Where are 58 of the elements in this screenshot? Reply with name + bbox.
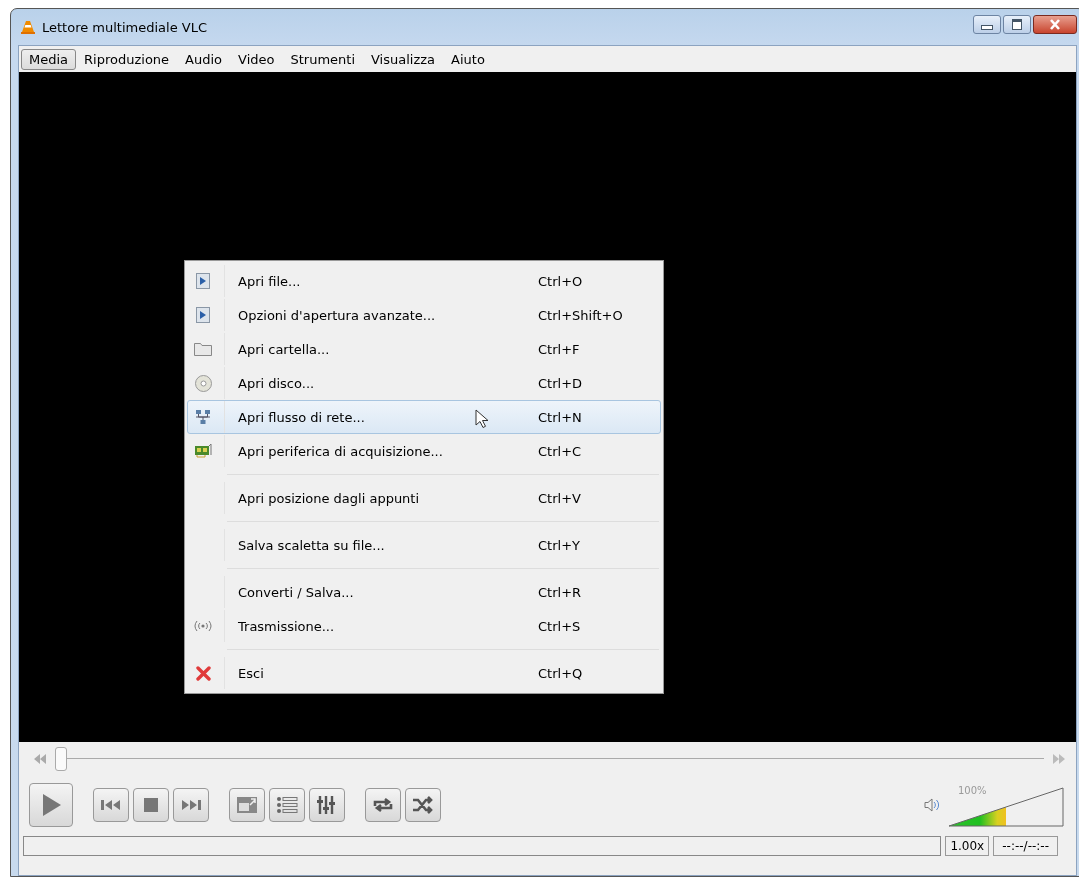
- playlist-button[interactable]: [269, 788, 305, 822]
- mouse-cursor-icon: [475, 409, 489, 429]
- volume-percent: 100%: [958, 785, 987, 796]
- equalizer-button[interactable]: [309, 788, 345, 822]
- minimize-button[interactable]: [973, 15, 1001, 34]
- disc-icon: [194, 374, 212, 392]
- rewind-icon: [33, 754, 47, 764]
- shuffle-button[interactable]: [405, 788, 441, 822]
- menu-bar-item[interactable]: Aiuto: [443, 48, 493, 70]
- menu-bar-item[interactable]: Strumenti: [282, 48, 363, 70]
- network-icon: [195, 409, 211, 425]
- loop-icon: [372, 796, 394, 814]
- card-icon: [194, 444, 212, 458]
- play-icon: [40, 793, 62, 817]
- fast-forward-icon: [1052, 754, 1066, 764]
- window-title: Lettore multimediale VLC: [42, 19, 208, 35]
- seek-handle[interactable]: [55, 747, 67, 771]
- menu-item[interactable]: Salva scaletta su file... Ctrl+Y: [187, 528, 661, 562]
- menu-bar-item[interactable]: Riproduzione: [76, 48, 178, 70]
- file-icon: [196, 307, 210, 323]
- menu-item[interactable]: Apri file... Ctrl+O: [187, 264, 661, 298]
- next-button[interactable]: [173, 788, 209, 822]
- stop-button[interactable]: [133, 788, 169, 822]
- menu-item[interactable]: Opzioni d'apertura avanzate... Ctrl+Shift+O: [187, 298, 661, 332]
- time-display[interactable]: --:--/--:--: [993, 836, 1058, 856]
- close-button[interactable]: [1033, 15, 1077, 34]
- menu-item[interactable]: Apri periferica di acquisizione... Ctrl+C: [187, 434, 661, 468]
- menu-bar-item[interactable]: Media: [21, 48, 77, 70]
- menu-item[interactable]: Trasmissione... Ctrl+S: [187, 609, 661, 643]
- shuffle-icon: [412, 796, 434, 814]
- loop-button[interactable]: [365, 788, 401, 822]
- menu-item[interactable]: Converti / Salva... Ctrl+R: [187, 575, 661, 609]
- menu-item[interactable]: Apri posizione dagli appunti Ctrl+V: [187, 481, 661, 515]
- broadcast-icon: [193, 620, 213, 632]
- fullscreen-button[interactable]: [229, 788, 265, 822]
- equalizer-icon: [316, 795, 338, 815]
- previous-icon: [100, 799, 122, 811]
- next-icon: [180, 799, 202, 811]
- menu-item[interactable]: Apri flusso di rete... Ctrl+N: [187, 400, 661, 434]
- menu-item[interactable]: Esci Ctrl+Q: [187, 656, 661, 690]
- prev-button[interactable]: [93, 788, 129, 822]
- play-button[interactable]: [29, 783, 73, 827]
- fullscreen-icon: [236, 796, 258, 814]
- file-icon: [196, 273, 210, 289]
- list-icon: [276, 796, 298, 814]
- close-icon: [1048, 19, 1062, 30]
- playback-speed[interactable]: 1.00x: [945, 836, 990, 856]
- menu-bar-item[interactable]: Video: [230, 48, 283, 70]
- traffic-cone-icon: [20, 19, 36, 35]
- folder-icon: [194, 342, 212, 356]
- speaker-icon: [924, 798, 940, 812]
- stop-icon: [143, 797, 159, 813]
- menu-item[interactable]: Apri cartella... Ctrl+F: [187, 332, 661, 366]
- menu-item[interactable]: Apri disco... Ctrl+D: [187, 366, 661, 400]
- menu-bar-item[interactable]: Audio: [177, 48, 231, 70]
- maximize-button[interactable]: [1003, 15, 1031, 34]
- menu-bar-item[interactable]: Visualizza: [363, 48, 444, 70]
- close-icon: [195, 665, 211, 681]
